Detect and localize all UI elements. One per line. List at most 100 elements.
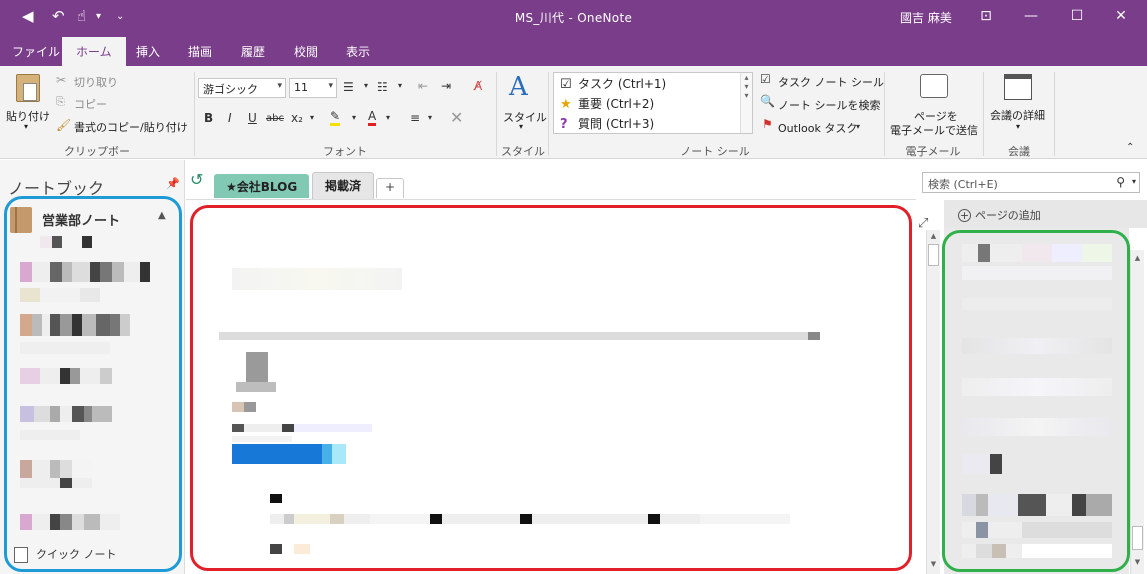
calendar-icon xyxy=(1004,74,1032,100)
navigate-back-icon[interactable]: ↺ xyxy=(190,170,203,189)
meetings-group-label: 会議 xyxy=(1008,145,1030,158)
annotation-outline-blue xyxy=(4,196,182,572)
maximize-icon[interactable]: ☐ xyxy=(1065,5,1089,27)
tags-scrollbar[interactable]: ▴ ▾ ▾ xyxy=(740,73,752,133)
meeting-details-label: 会議の詳細 xyxy=(990,109,1045,122)
chevron-down-icon: ▾ xyxy=(328,81,333,91)
tag-label: タスク (Ctrl+1) xyxy=(578,77,667,91)
tags-gallery[interactable]: ☑ タスク (Ctrl+1) ★ 重要 (Ctrl+2) ? 質問 (Ctrl+3) … xyxy=(553,72,753,134)
group-separator xyxy=(983,72,984,156)
tag-item-question[interactable]: ? 質問 (Ctrl+3) xyxy=(560,115,654,132)
expand-page-icon[interactable]: ⤢ xyxy=(918,216,928,231)
tab-view[interactable]: 表示 xyxy=(346,43,370,60)
add-page-button[interactable]: + ページの追加 xyxy=(944,200,1147,228)
font-color-icon[interactable]: A xyxy=(368,109,377,126)
numbered-list-icon[interactable]: ☷ xyxy=(377,80,388,94)
close-icon[interactable]: ✕ xyxy=(1109,5,1133,27)
outlook-tasks-button[interactable]: Outlook タスク xyxy=(778,120,857,136)
tab-history[interactable]: 履歴 xyxy=(241,43,265,60)
paste-dropdown-icon: ▾ xyxy=(24,122,29,131)
font-family-select[interactable]: 游ゴシック ▾ xyxy=(198,78,286,98)
email-group-label: 電子メール xyxy=(905,145,961,158)
scroll-up-icon[interactable]: ▲ xyxy=(1131,254,1144,262)
chevron-down-icon[interactable]: ▾ xyxy=(310,113,314,122)
scissors-icon: ✂ xyxy=(56,73,67,87)
chevron-down-icon[interactable]: ▾ xyxy=(856,122,860,131)
chevron-down-icon: ▾ xyxy=(277,81,282,91)
checkbox-icon: ☑ xyxy=(560,77,572,92)
scroll-thumb[interactable] xyxy=(928,244,939,266)
bold-icon[interactable]: B xyxy=(204,111,213,125)
annotation-outline-red xyxy=(190,205,912,571)
meeting-details-button[interactable]: 会議の詳細 ▾ xyxy=(988,72,1050,136)
bullet-list-icon[interactable]: ☰ xyxy=(343,80,354,94)
subscript-icon[interactable]: x₂ xyxy=(291,111,303,125)
group-separator xyxy=(194,72,195,156)
tag-item-important[interactable]: ★ 重要 (Ctrl+2) xyxy=(560,95,654,112)
styles-group-label: スタイル xyxy=(501,145,545,158)
underline-icon[interactable]: U xyxy=(248,111,257,125)
page-list-scrollbar[interactable]: ▲ ▼ xyxy=(1130,250,1144,574)
collapse-ribbon-icon[interactable]: ⌃ xyxy=(1126,142,1134,153)
tab-review[interactable]: 校閲 xyxy=(294,43,318,60)
question-icon: ? xyxy=(560,117,568,132)
ribbon-display-options-icon[interactable]: ⊡ xyxy=(974,5,998,27)
tab-draw[interactable]: 描画 xyxy=(188,43,212,60)
chevron-down-icon[interactable]: ▾ xyxy=(364,81,368,90)
tag-label: 重要 (Ctrl+2) xyxy=(578,97,655,111)
checkbox-icon: ☑ xyxy=(760,72,771,86)
email-page-button[interactable]: ページを 電子メールで送信 xyxy=(888,72,980,138)
star-icon: ★ xyxy=(560,97,572,112)
cut-button[interactable]: 切り取り xyxy=(74,74,118,90)
todo-tag-button[interactable]: タスク ノート シール xyxy=(778,74,884,90)
scroll-up-icon[interactable]: ▲ xyxy=(927,232,940,240)
chevron-down-icon[interactable]: ▾ xyxy=(1132,177,1136,186)
search-placeholder: 検索 (Ctrl+E) xyxy=(928,178,998,191)
paste-button[interactable]: 貼り付け ▾ xyxy=(6,72,52,132)
pin-icon[interactable]: 📌 xyxy=(166,177,180,190)
add-page-label: ページの追加 xyxy=(975,209,1041,222)
page-vertical-scrollbar[interactable]: ▲ ▼ xyxy=(926,230,940,574)
section-tab-company-blog[interactable]: ★会社BLOG xyxy=(214,174,310,198)
user-name[interactable]: 國吉 麻美 xyxy=(900,9,952,26)
font-group-label: フォント xyxy=(323,145,367,158)
section-tab-bar: ↺ ★会社BLOG 掲載済 + xyxy=(186,160,916,200)
tab-insert[interactable]: 挿入 xyxy=(136,43,160,60)
strikethrough-icon[interactable]: abc xyxy=(266,113,284,124)
add-icon: + xyxy=(958,209,971,222)
styles-button[interactable]: A スタイル ▾ xyxy=(500,72,547,134)
chevron-down-icon[interactable]: ▾ xyxy=(398,81,402,90)
delete-icon[interactable]: ✕ xyxy=(450,108,463,127)
chevron-down-icon[interactable]: ▾ xyxy=(352,113,356,122)
section-tab-published[interactable]: 掲載済 xyxy=(312,172,375,200)
add-section-button[interactable]: + xyxy=(376,178,405,198)
italic-icon[interactable]: I xyxy=(228,111,232,125)
minimize-icon[interactable]: — xyxy=(1019,5,1043,27)
scroll-down-icon[interactable]: ▼ xyxy=(1131,558,1144,566)
increase-indent-icon[interactable]: ⇥ xyxy=(441,79,451,93)
align-icon[interactable]: ≡ xyxy=(410,111,420,125)
title-bar: ◀ ↶ ☝ ▾ ⌄ MS_川代 - OneNote 國吉 麻美 ⊡ — ☐ ✕ xyxy=(0,0,1147,34)
clear-formatting-icon[interactable]: A̸ xyxy=(474,79,482,93)
find-tags-button[interactable]: ノート シールを検索 xyxy=(778,97,881,113)
styles-label: スタイル xyxy=(503,111,547,124)
ribbon: 貼り付け ▾ ✂ 切り取り ⎘ コピー 🖌 書式のコピー/貼り付け クリップボー… xyxy=(0,66,1147,174)
annotation-outline-green xyxy=(942,230,1130,572)
format-painter-button[interactable]: 書式のコピー/貼り付け xyxy=(74,119,188,135)
search-icon[interactable]: ⚲ xyxy=(1116,175,1125,189)
copy-button[interactable]: コピー xyxy=(74,96,107,112)
scroll-down-icon[interactable]: ▼ xyxy=(927,560,940,568)
decrease-indent-icon[interactable]: ⇤ xyxy=(418,79,428,93)
scroll-thumb[interactable] xyxy=(1132,526,1143,550)
find-tags-icon: 🔍 xyxy=(760,94,775,108)
highlight-icon[interactable]: ✎ xyxy=(330,109,341,126)
chevron-down-icon[interactable]: ▾ xyxy=(386,113,390,122)
font-size-select[interactable]: 11 ▾ xyxy=(289,78,337,98)
group-separator xyxy=(1054,72,1055,156)
tab-home[interactable]: ホーム xyxy=(62,37,126,66)
chevron-down-icon[interactable]: ▾ xyxy=(428,113,432,122)
search-box[interactable]: 検索 (Ctrl+E) ⚲ ▾ xyxy=(922,172,1140,193)
font-family-value: 游ゴシック xyxy=(203,83,258,96)
tag-item-task[interactable]: ☑ タスク (Ctrl+1) xyxy=(560,75,666,92)
tab-file[interactable]: ファイル xyxy=(12,43,60,60)
